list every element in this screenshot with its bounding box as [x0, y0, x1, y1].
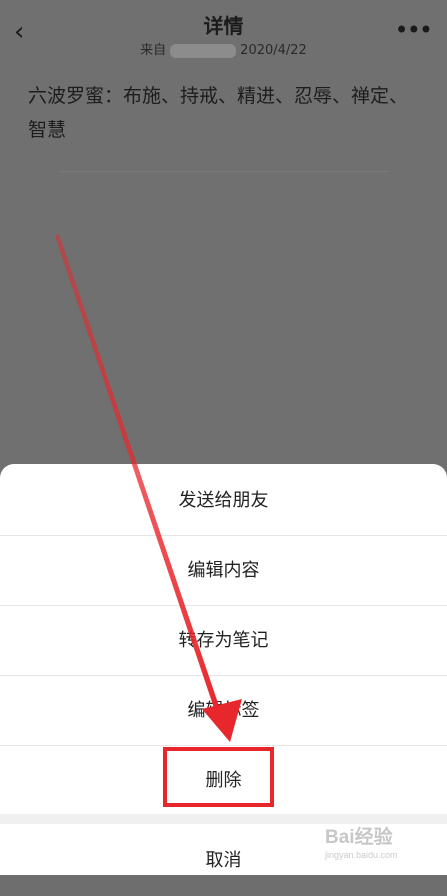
note-content: 六波罗蜜：布施、持戒、精进、忍辱、禅定、智慧 — [28, 85, 409, 141]
delete-highlight-box — [163, 747, 274, 807]
details-screen: ‹ 详情 来自 2020/4/22 ••• 六波罗蜜：布施、持戒、精进、忍辱、禅定… — [0, 0, 447, 875]
content-divider — [60, 171, 390, 172]
date-label: 2020/4/22 — [240, 43, 307, 58]
blurred-source-name — [170, 43, 237, 58]
more-options-icon[interactable]: ••• — [395, 18, 433, 42]
edit-tags-button[interactable]: 编辑标签 — [0, 676, 447, 745]
from-label: 来自 — [140, 43, 167, 58]
page-title: 详情 — [203, 14, 244, 38]
send-to-friend-button[interactable]: 发送给朋友 — [0, 466, 447, 535]
source-line: 来自 2020/4/22 — [0, 39, 447, 58]
save-as-note-button[interactable]: 转存为笔记 — [0, 606, 447, 675]
baidu-jingyan-watermark: Bai经验 jingyan.baidu.com — [325, 827, 398, 860]
edit-content-button[interactable]: 编辑内容 — [0, 536, 447, 605]
